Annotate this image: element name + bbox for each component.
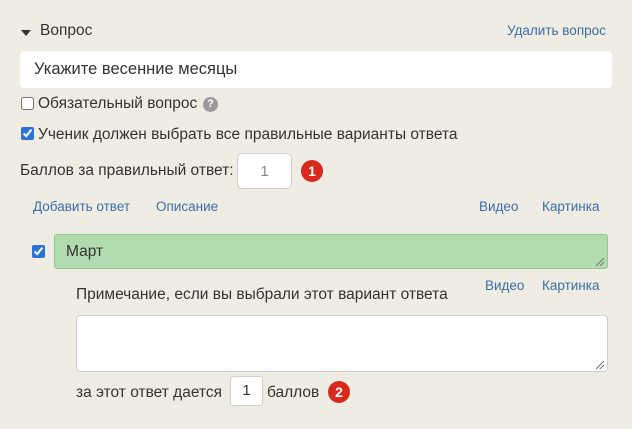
answer-text-input[interactable]: Март [54,234,608,269]
answer-text: Март [66,243,104,260]
points-input[interactable] [237,153,292,189]
required-question-checkbox[interactable] [21,97,34,110]
help-icon[interactable]: ? [203,97,218,112]
answer-note-label: Примечание, если вы выбрали этот вариант… [76,286,448,303]
answer-picture-link[interactable]: Картинка [542,278,599,293]
answer-points-input[interactable]: 1 [230,376,263,406]
answer-correct-checkbox[interactable] [32,245,45,258]
question-picture-link[interactable]: Картинка [542,199,599,214]
add-answer-link[interactable]: Добавить ответ [33,199,130,214]
question-text-input[interactable]: Укажите весенние месяцы [20,51,612,88]
question-video-link[interactable]: Видео [479,199,518,214]
required-question-label[interactable]: Обязательный вопрос [38,95,197,113]
answer-video-link[interactable]: Видео [485,278,524,293]
delete-question-link[interactable]: Удалить вопрос [507,23,606,38]
answer-points-suffix: баллов [267,384,320,401]
question-section-title[interactable]: Вопрос [40,22,92,40]
annotation-badge-1: 1 [301,160,323,182]
collapse-caret-icon[interactable] [21,30,31,36]
points-label: Баллов за правильный ответ: [20,162,234,179]
annotation-badge-2: 2 [328,381,350,403]
answer-points-prefix: за этот ответ дается [76,384,223,401]
note-resize-handle-icon[interactable] [596,361,604,369]
description-link[interactable]: Описание [156,199,218,214]
resize-handle-icon[interactable] [596,258,604,266]
select-all-correct-checkbox[interactable] [21,127,34,140]
select-all-correct-label[interactable]: Ученик должен выбрать все правильные вар… [38,126,458,144]
answer-note-textarea[interactable] [76,315,608,372]
